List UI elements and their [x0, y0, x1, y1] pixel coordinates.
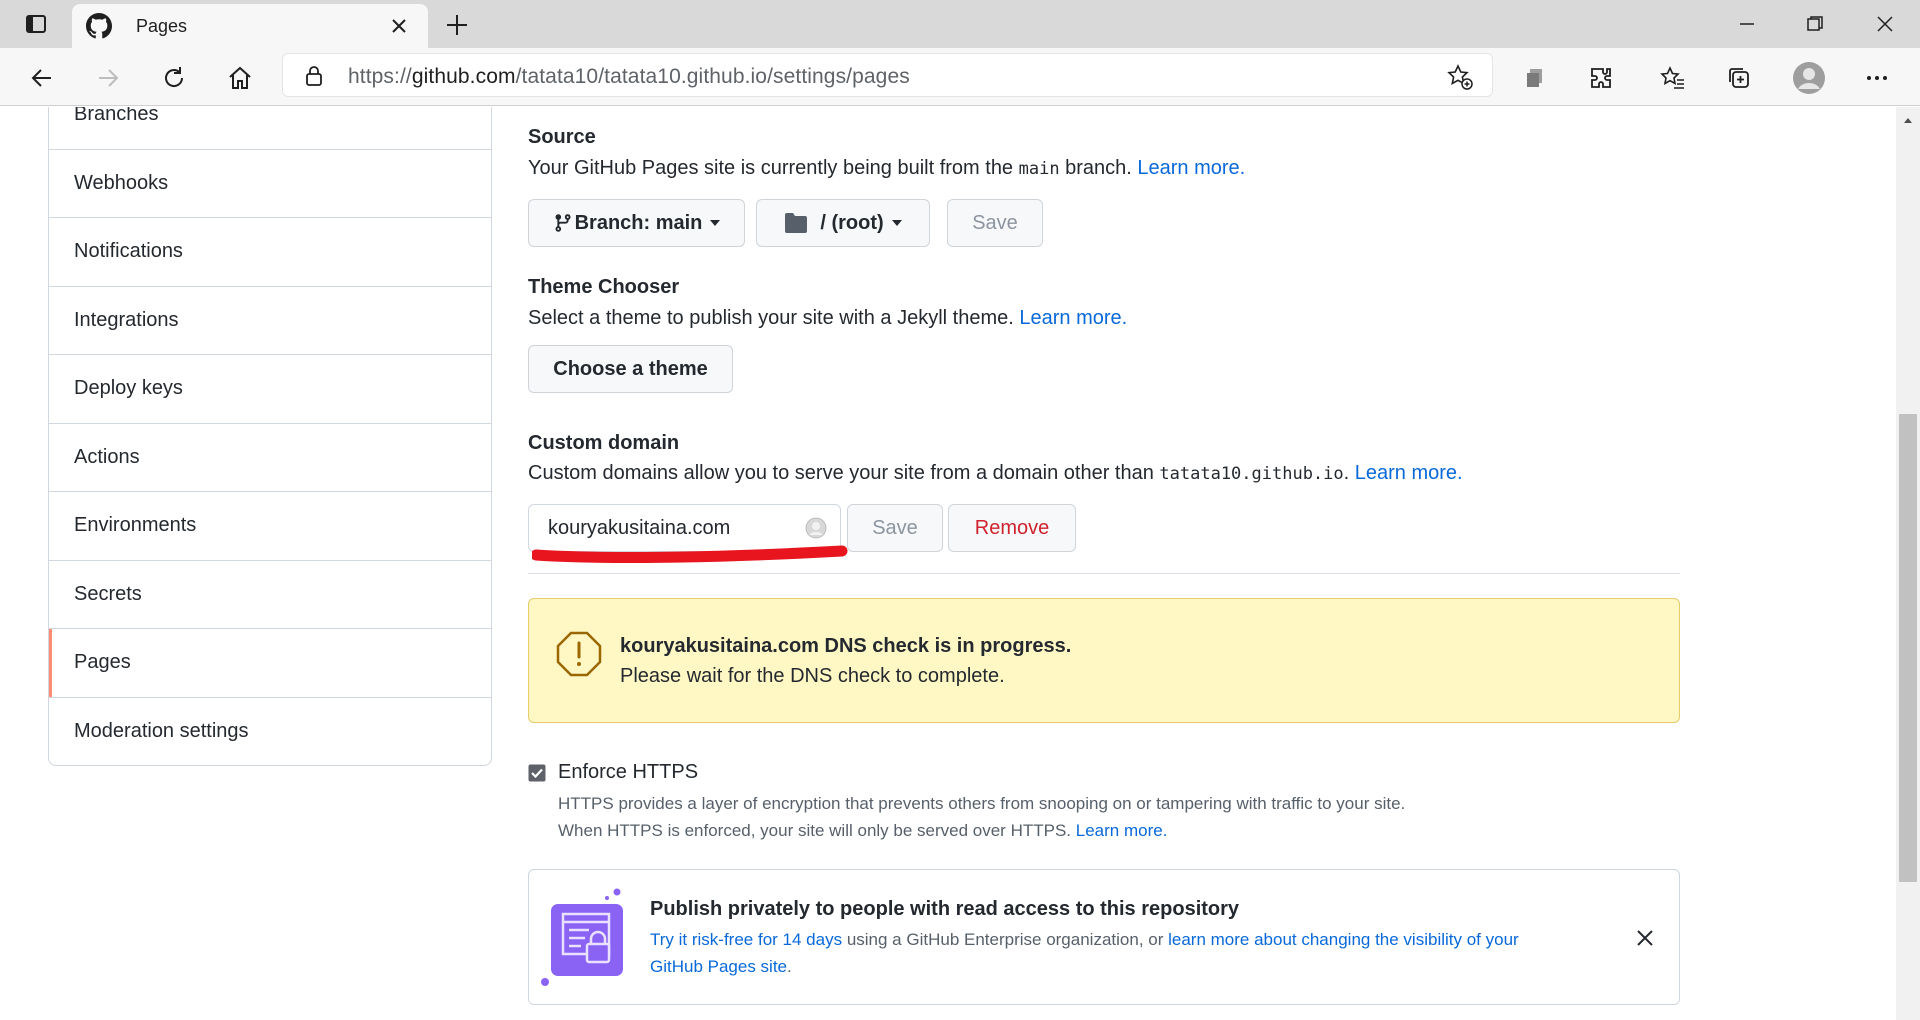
dns-check-body: Please wait for the DNS check to complet… [620, 665, 1005, 687]
browser-tab-pages[interactable]: Pages [72, 4, 428, 48]
custom-domain-learn-more-link[interactable]: Learn more. [1355, 462, 1463, 484]
sidebar-item-pages[interactable]: Pages [49, 628, 491, 697]
refresh-icon[interactable] [156, 60, 192, 96]
try-risk-free-link[interactable]: Try it risk-free for 14 days [650, 930, 842, 949]
sidebar-item-label: Pages [74, 651, 131, 674]
caret-down-icon [891, 220, 902, 226]
theme-description: Select a theme to publish your site with… [528, 307, 1128, 329]
theme-heading: Theme Chooser [528, 276, 680, 298]
promo-text-line1: Try it risk-free for 14 days using a Git… [650, 930, 1519, 949]
section-divider [528, 573, 1680, 574]
branch-select-button[interactable]: Branch: main [528, 199, 745, 247]
sidebar-item-environments[interactable]: Environments [49, 491, 491, 560]
more-menu-icon[interactable] [1860, 61, 1894, 95]
custom-domain-value: kouryakusitaina.com [548, 516, 731, 539]
source-heading: Source [528, 126, 596, 148]
change-visibility-link-cont[interactable]: GitHub Pages site [650, 957, 787, 976]
promo-title: Publish privately to people with read ac… [650, 898, 1240, 920]
autofill-icon[interactable] [804, 516, 828, 540]
scroll-up-arrow-icon[interactable] [1900, 112, 1916, 128]
browser-tab-strip: Pages [0, 0, 1920, 48]
close-tab-icon[interactable] [388, 15, 410, 37]
private-pages-illustration-icon [541, 888, 623, 986]
sidebar-item-label: Actions [74, 445, 140, 468]
settings-sidebar: Branches Webhooks Notifications Integration… [48, 107, 492, 766]
promo-text-line2: GitHub Pages site. [650, 957, 792, 976]
sidebar-item-moderation-settings[interactable]: Moderation settings [49, 696, 491, 766]
folder-select-button[interactable]: / (root) [756, 199, 930, 247]
sidebar-item-label: Moderation settings [74, 719, 249, 742]
sidebar-item-notifications[interactable]: Notifications [49, 217, 491, 286]
choose-theme-button[interactable]: Choose a theme [528, 345, 733, 393]
sidebar-item-label: Branches [74, 107, 159, 125]
forward-icon[interactable] [90, 60, 126, 96]
collections-icon[interactable] [1722, 61, 1756, 95]
custom-domain-description: Custom domains allow you to serve your s… [528, 462, 1463, 484]
address-bar[interactable]: https://github.com/tatata10/tatata10.git… [282, 53, 1493, 97]
sidebar-item-actions[interactable]: Actions [49, 422, 491, 492]
sidebar-item-secrets[interactable]: Secrets [49, 559, 491, 629]
sidebar-item-branches[interactable]: Branches [49, 107, 491, 149]
enforce-https-checkbox[interactable] [528, 764, 546, 782]
source-description: Your GitHub Pages site is currently bein… [528, 157, 1246, 179]
sidebar-item-label: Deploy keys [74, 377, 183, 400]
https-description-1: HTTPS provides a layer of encryption tha… [558, 794, 1406, 813]
folder-icon [785, 213, 808, 233]
back-icon[interactable] [24, 60, 60, 96]
lock-icon[interactable] [303, 65, 325, 87]
github-icon [86, 13, 112, 39]
dismiss-promo-icon[interactable] [1635, 928, 1655, 948]
source-save-button[interactable]: Save [947, 199, 1043, 247]
new-tab-icon[interactable] [442, 10, 472, 40]
home-icon[interactable] [222, 60, 258, 96]
alert-octagon-icon [556, 631, 602, 677]
sidebar-item-label: Environments [74, 514, 197, 537]
https-description-2: When HTTPS is enforced, your site will o… [558, 821, 1168, 840]
caret-down-icon [710, 220, 721, 226]
sidebar-item-label: Secrets [74, 582, 142, 605]
restore-icon[interactable] [1800, 10, 1830, 38]
dns-check-flash: kouryakusitaina.com DNS check is in prog… [528, 598, 1680, 723]
custom-domain-remove-button[interactable]: Remove [948, 504, 1076, 552]
folder-select-label: / (root) [820, 211, 884, 234]
sidebar-item-label: Webhooks [74, 171, 169, 194]
theme-learn-more-link[interactable]: Learn more. [1019, 307, 1127, 329]
sidebar-item-deploy-keys[interactable]: Deploy keys [49, 354, 491, 423]
https-learn-more-link[interactable]: Learn more. [1076, 821, 1168, 840]
dns-check-title: kouryakusitaina.com DNS check is in prog… [620, 635, 1072, 657]
minimize-icon[interactable] [1732, 10, 1762, 38]
source-learn-more-link[interactable]: Learn more. [1137, 157, 1245, 179]
sidebar-item-label: Integrations [74, 308, 179, 331]
scrollbar-thumb[interactable] [1899, 414, 1917, 882]
tab-actions-icon[interactable] [14, 10, 58, 38]
git-branch-icon [555, 214, 571, 232]
red-annotation-underline [532, 545, 848, 564]
extensions-icon[interactable] [1584, 61, 1618, 95]
url-text: https://github.com/tatata10/tatata10.git… [348, 65, 910, 88]
favorites-icon[interactable] [1656, 61, 1690, 95]
custom-domain-save-button[interactable]: Save [847, 504, 943, 552]
tab-title: Pages [136, 15, 188, 36]
enforce-https-label: Enforce HTTPS [558, 761, 699, 783]
browser-toolbar: https://github.com/tatata10/tatata10.git… [0, 48, 1920, 106]
sidebar-item-label: Notifications [74, 240, 183, 263]
publish-privately-promo: Publish privately to people with read ac… [528, 869, 1680, 1005]
custom-domain-heading: Custom domain [528, 432, 680, 454]
branch-select-label: Branch: main [574, 211, 703, 234]
page-content: Branches Webhooks Notifications Integration… [0, 107, 1896, 1020]
collections-stack-icon[interactable] [1518, 61, 1552, 95]
close-window-icon[interactable] [1870, 10, 1900, 38]
sidebar-item-webhooks[interactable]: Webhooks [49, 148, 491, 218]
change-visibility-link[interactable]: learn more about changing the visibility… [1168, 930, 1519, 949]
add-favorite-icon[interactable] [1446, 63, 1474, 91]
profile-avatar-icon[interactable] [1792, 61, 1826, 95]
sidebar-item-integrations[interactable]: Integrations [49, 285, 491, 355]
